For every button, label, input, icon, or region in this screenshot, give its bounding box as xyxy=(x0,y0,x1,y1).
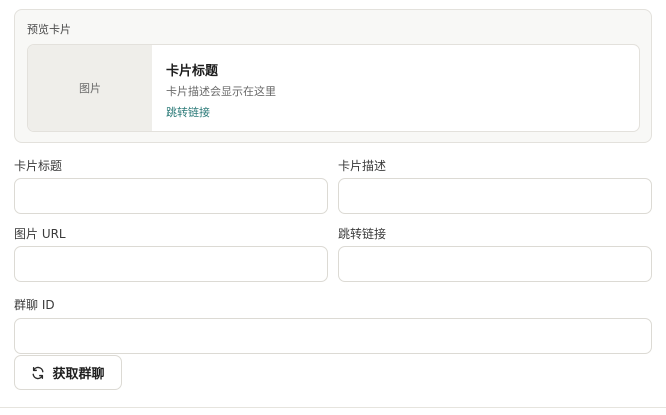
jump-link-input[interactable] xyxy=(338,246,652,282)
refresh-icon xyxy=(31,366,45,380)
fetch-group-button[interactable]: 获取群聊 xyxy=(14,355,122,390)
group-id-input[interactable] xyxy=(14,318,652,354)
card-title-label: 卡片标题 xyxy=(14,159,63,173)
jump-link-label: 跳转链接 xyxy=(338,227,387,241)
group-id-label: 群聊 ID xyxy=(14,298,55,312)
image-url-input[interactable] xyxy=(14,246,328,282)
card-title: 卡片标题 xyxy=(166,64,219,79)
card-title-input[interactable] xyxy=(14,178,328,214)
image-url-label: 图片 URL xyxy=(14,227,66,241)
card-editor-panel: 预览卡片 图片 卡片标题 卡片描述会显示在这里 跳转链接 卡片标题 卡片描述 图… xyxy=(0,0,666,408)
card-description: 卡片描述会显示在这里 xyxy=(166,85,276,98)
preview-section: 预览卡片 图片 卡片标题 卡片描述会显示在这里 跳转链接 xyxy=(14,9,652,143)
card-description-input[interactable] xyxy=(338,178,652,214)
preview-label: 预览卡片 xyxy=(27,23,71,36)
preview-card: 图片 卡片标题 卡片描述会显示在这里 跳转链接 xyxy=(27,44,640,132)
card-image-placeholder: 图片 xyxy=(28,45,152,131)
card-description-label: 卡片描述 xyxy=(338,159,387,173)
fetch-group-label: 获取群聊 xyxy=(52,367,105,382)
card-link[interactable]: 跳转链接 xyxy=(166,104,210,120)
